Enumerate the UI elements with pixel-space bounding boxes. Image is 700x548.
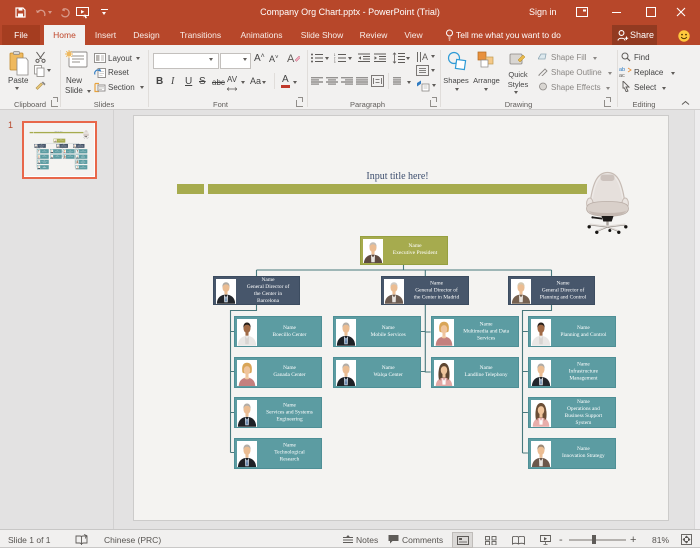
svg-text:A: A <box>422 52 428 62</box>
svg-text:A: A <box>287 53 295 65</box>
svg-text:3: 3 <box>334 60 336 63</box>
svg-text:ac: ac <box>619 73 625 77</box>
